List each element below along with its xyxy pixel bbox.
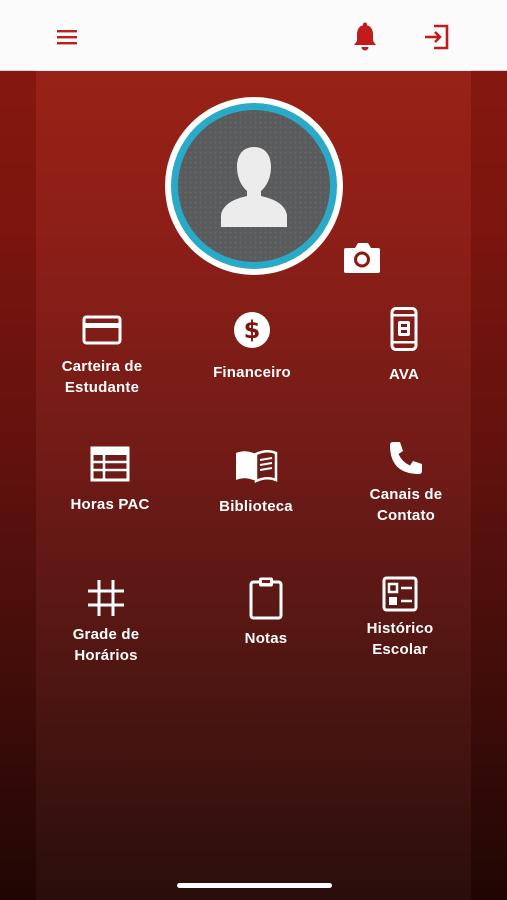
phone-icon bbox=[387, 438, 425, 478]
menu-carteira-de-estudante[interactable]: Carteira de Estudante bbox=[32, 310, 172, 398]
logout-icon[interactable] bbox=[422, 22, 452, 52]
notification-bell-icon[interactable] bbox=[350, 22, 380, 52]
profile-avatar[interactable] bbox=[165, 97, 343, 275]
camera-icon[interactable] bbox=[340, 238, 384, 278]
clipboard-icon bbox=[248, 576, 284, 620]
menu-biblioteca[interactable]: Biblioteca bbox=[186, 446, 326, 517]
menu-label: Carteira de Estudante bbox=[61, 358, 143, 396]
menu-canais-de-contato[interactable]: Canais de Contato bbox=[336, 438, 476, 526]
phone-app-icon bbox=[390, 306, 418, 352]
right-edge bbox=[471, 70, 507, 900]
menu-label: Canais de Contato bbox=[369, 486, 443, 524]
grid-hash-icon bbox=[86, 578, 126, 618]
menu-financeiro[interactable]: $ Financeiro bbox=[182, 310, 322, 383]
menu-notas[interactable]: Notas bbox=[196, 576, 336, 649]
menu-label: Financeiro bbox=[213, 364, 291, 381]
top-bar bbox=[0, 0, 507, 71]
book-icon bbox=[234, 446, 278, 486]
menu-historico-escolar[interactable]: Histórico Escolar bbox=[330, 574, 470, 660]
checklist-icon bbox=[382, 574, 418, 614]
menu-horas-pac[interactable]: Horas PAC bbox=[40, 444, 180, 515]
menu-label: Biblioteca bbox=[219, 498, 293, 515]
menu-ava[interactable]: AVA bbox=[334, 306, 474, 385]
svg-text:$: $ bbox=[244, 316, 261, 344]
menu-label: Grade de Horários bbox=[72, 626, 140, 664]
menu-label: Horas PAC bbox=[70, 496, 150, 513]
calendar-table-icon bbox=[90, 444, 130, 484]
menu-label: Histórico Escolar bbox=[366, 620, 434, 658]
card-icon bbox=[82, 310, 122, 350]
hamburger-menu-icon[interactable] bbox=[52, 22, 82, 52]
home-indicator[interactable] bbox=[177, 883, 332, 888]
menu-label: AVA bbox=[388, 366, 420, 383]
dollar-icon: $ bbox=[232, 310, 272, 350]
menu-grade-de-horarios[interactable]: Grade de Horários bbox=[36, 578, 176, 666]
menu-label: Notas bbox=[244, 630, 288, 647]
user-silhouette-icon bbox=[178, 110, 330, 262]
left-edge bbox=[0, 70, 36, 900]
